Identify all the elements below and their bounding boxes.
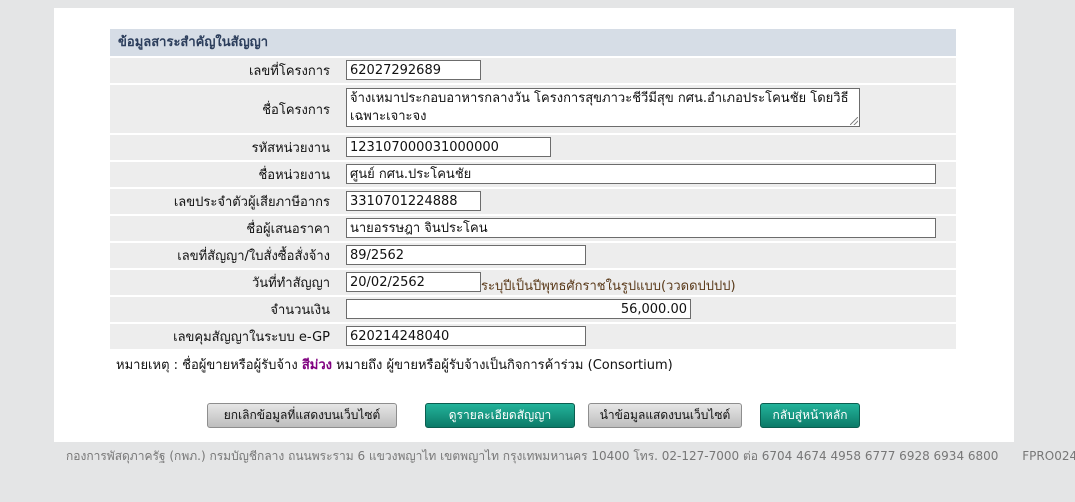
- agency-name-label: ชื่อหน่วยงาน: [258, 168, 330, 183]
- note-highlight: สีม่วง: [301, 358, 332, 373]
- note-suffix: หมายถึง ผู้ขายหรือผู้รับจ้างเป็นกิจการค้…: [336, 358, 673, 373]
- tax-id-field[interactable]: 3310701224888: [346, 191, 481, 211]
- project-name-label: ชื่อโครงการ: [262, 102, 330, 118]
- section-title: ข้อมูลสาระสำคัญในสัญญา: [110, 29, 956, 56]
- row-project-name: ชื่อโครงการ จ้างเหมาประกอบอาหารกลางวัน โ…: [110, 85, 956, 133]
- cancel-publish-button[interactable]: ยกเลิกข้อมูลที่แสดงบนเว็บไซต์: [207, 403, 397, 428]
- back-home-button[interactable]: กลับสู่หน้าหลัก: [760, 403, 860, 428]
- project-name-textarea[interactable]: จ้างเหมาประกอบอาหารกลางวัน โครงการสุขภาว…: [346, 88, 860, 127]
- footer: กองการพัสดุภาครัฐ (กพภ.) กรมบัญชีกลาง ถน…: [66, 447, 1075, 466]
- agency-code-label: รหัสหน่วยงาน: [251, 141, 330, 156]
- publish-button[interactable]: นำข้อมูลแสดงบนเว็บไซต์: [588, 403, 742, 428]
- note-prefix: หมายเหตุ : ชื่อผู้ขายหรือผู้รับจ้าง: [116, 358, 298, 373]
- egp-no-label: เลขคุมสัญญาในระบบ e-GP: [173, 330, 330, 345]
- egp-no-field[interactable]: 620214248040: [346, 326, 586, 346]
- amount-field[interactable]: 56,000.00: [346, 299, 691, 319]
- row-project-no: เลขที่โครงการ 62027292689: [110, 58, 956, 83]
- agency-code-field[interactable]: 123107000031000000: [346, 137, 551, 157]
- row-agency-name: ชื่อหน่วยงาน ศูนย์ กศน.ประโคนชัย: [110, 162, 956, 187]
- contract-date-label: วันที่ทำสัญญา: [251, 276, 330, 291]
- project-no-label: เลขที่โครงการ: [248, 64, 330, 79]
- tax-id-label: เลขประจำตัวผู้เสียภาษีอากร: [173, 195, 330, 210]
- row-agency-code: รหัสหน่วยงาน 123107000031000000: [110, 135, 956, 160]
- row-contract-no: เลขที่สัญญา/ใบสั่งซื้อสั่งจ้าง 89/2562: [110, 243, 956, 268]
- bidder-name-label: ชื่อผู้เสนอราคา: [246, 222, 330, 237]
- agency-name-field[interactable]: ศูนย์ กศน.ประโคนชัย: [346, 164, 936, 184]
- row-tax-id: เลขประจำตัวผู้เสียภาษีอากร 3310701224888: [110, 189, 956, 214]
- project-name-value: จ้างเหมาประกอบอาหารกลางวัน โครงการสุขภาว…: [350, 91, 849, 124]
- row-contract-date: วันที่ทำสัญญา 20/02/2562 ระบุปีเป็นปีพุท…: [110, 270, 956, 295]
- row-bidder-name: ชื่อผู้เสนอราคา นายอรรษฎา จินประโคน: [110, 216, 956, 241]
- footer-address: กองการพัสดุภาครัฐ (กพภ.) กรมบัญชีกลาง ถน…: [66, 449, 999, 463]
- consortium-note: หมายเหตุ : ชื่อผู้ขายหรือผู้รับจ้าง สีม่…: [116, 354, 673, 375]
- contract-no-label: เลขที่สัญญา/ใบสั่งซื้อสั่งจ้าง: [177, 249, 330, 264]
- amount-label: จำนวนเงิน: [270, 303, 330, 318]
- main-panel: ข้อมูลสาระสำคัญในสัญญา เลขที่โครงการ 620…: [54, 8, 1014, 442]
- bidder-name-field[interactable]: นายอรรษฎา จินประโคน: [346, 218, 936, 238]
- page-code: FPRO0240: [1022, 449, 1075, 463]
- project-no-field[interactable]: 62027292689: [346, 60, 481, 80]
- view-contract-details-button[interactable]: ดูรายละเอียดสัญญา: [425, 403, 575, 428]
- contract-no-field[interactable]: 89/2562: [346, 245, 586, 265]
- row-amount: จำนวนเงิน 56,000.00: [110, 297, 956, 322]
- row-egp-no: เลขคุมสัญญาในระบบ e-GP 620214248040: [110, 324, 956, 349]
- resize-handle-icon[interactable]: [850, 117, 858, 125]
- contract-date-field[interactable]: 20/02/2562: [346, 272, 481, 292]
- date-format-hint: ระบุปีเป็นปีพุทธศักราชในรูปแบบ(ววดดปปปป): [481, 279, 736, 294]
